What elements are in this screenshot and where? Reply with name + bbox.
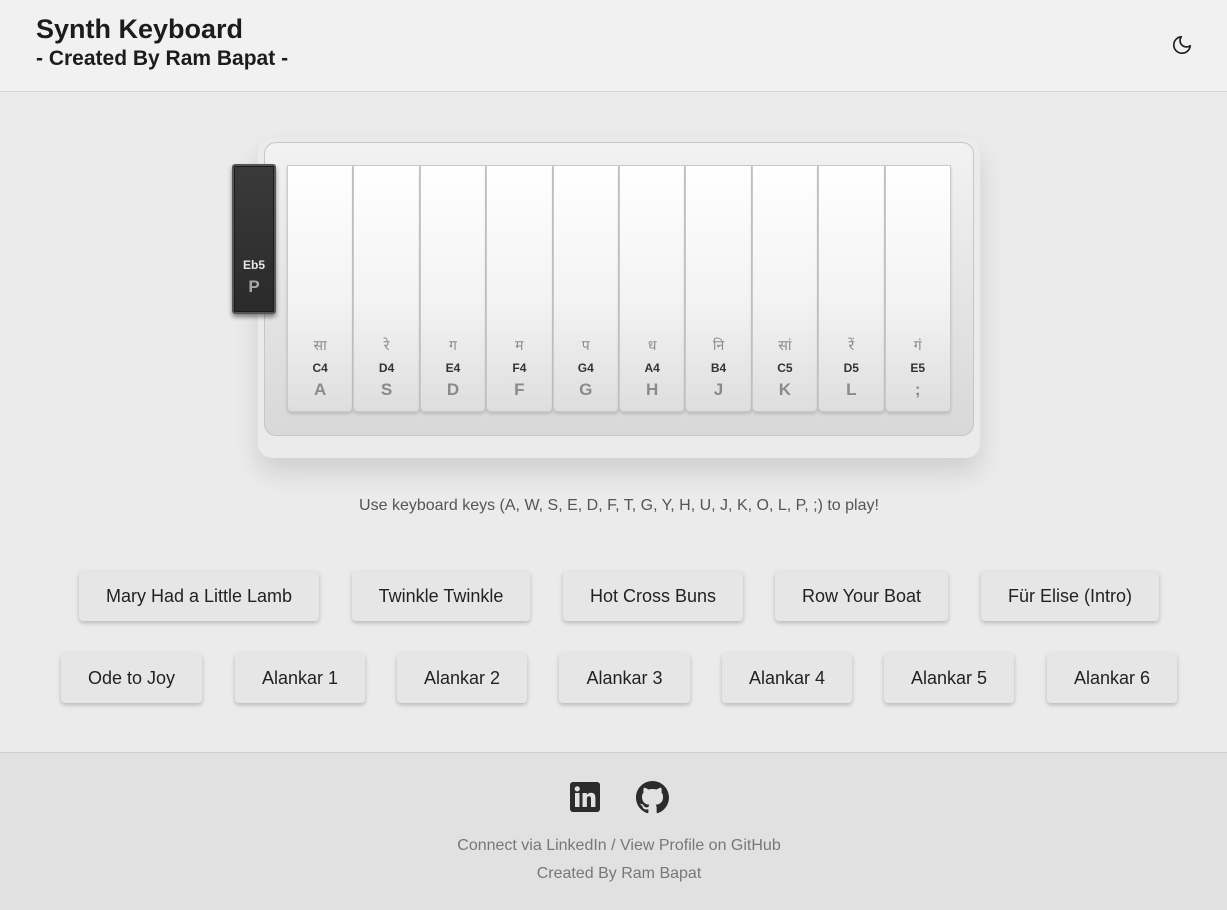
white-keys: सा C4 A रे D4 S ग E4 D म F4 F प G4 G ध A4 H नि B4 J सा… [287,165,951,412]
song-button-row-your-boat[interactable]: Row Your Boat [775,571,948,621]
key-note-label: F4 [512,361,527,375]
song-button-twinkle-twinkle[interactable]: Twinkle Twinkle [352,571,530,621]
white-key[interactable]: नि B4 J [685,165,752,412]
white-key[interactable]: सा C4 A [287,165,354,412]
key-swar-label: रें [848,338,855,354]
black-key-shortcut-label: P [248,277,260,296]
github-icon[interactable] [636,781,669,814]
white-key[interactable]: रें D5 L [818,165,885,412]
key-shortcut-label: H [646,380,659,399]
white-key[interactable]: ध A4 H [618,165,686,412]
white-key[interactable]: म F4 F [486,165,553,412]
key-note-label: D5 [843,361,859,375]
white-key[interactable]: रे D4 S [353,165,420,412]
key-note-label: D4 [378,361,395,375]
github-link[interactable]: View Profile on GitHub [620,837,781,854]
app-subtitle: - Created By Ram Bapat - [36,47,289,70]
key-swar-label: ध [647,338,657,354]
key-note-label: G4 [577,361,594,375]
key-swar-label: ग [449,338,457,354]
song-button-alankar-5[interactable]: Alankar 5 [884,653,1014,703]
footer-credit: Created By Ram Bapat [536,865,702,882]
key-swar-label: गं [913,338,922,354]
instructions-text: Use keyboard keys (A, W, S, E, D, F, T, … [359,497,879,514]
key-note-label: C5 [777,361,793,375]
moon-icon [1172,35,1192,55]
key-note-label: B4 [710,361,727,375]
key-note-label: E5 [910,361,926,375]
song-button-alankar-1[interactable]: Alankar 1 [235,653,365,703]
black-key-note-label: Eb5 [242,258,265,272]
white-key[interactable]: गं E5; [884,165,951,412]
key-shortcut-label: L [846,380,857,399]
key-swar-label: सा [313,338,327,354]
key-swar-label: रे [383,338,390,354]
app-title: Synth Keyboard [36,14,244,44]
song-button-alankar-6[interactable]: Alankar 6 [1047,653,1177,703]
key-shortcut-label: K [778,380,792,399]
song-button-alankar-4[interactable]: Alankar 4 [722,653,852,703]
header: Synth Keyboard - Created By Ram Bapat - [0,0,1227,92]
song-button-alankar-2[interactable]: Alankar 2 [397,653,527,703]
key-shortcut-label: S [380,380,393,399]
song-button-ode-to-joy[interactable]: Ode to Joy [61,653,202,703]
theme-toggle-button[interactable] [1168,31,1196,59]
key-shortcut-label: F [514,380,525,399]
black-key-eb5[interactable]: Eb5 P [232,164,276,314]
linkedin-icon[interactable] [569,781,601,813]
key-shortcut-label: A [314,380,327,399]
key-note-label: E4 [445,361,461,375]
key-swar-label: सां [778,338,792,354]
key-swar-label: नि [712,338,725,354]
linkedin-link[interactable]: Connect via LinkedIn [457,837,606,854]
key-shortcut-label: G [579,380,593,399]
key-note-label: A4 [644,361,660,375]
song-button-mary-had-a-little-lamb[interactable]: Mary Had a Little Lamb [79,571,319,621]
footer: Connect via LinkedIn / View Profile on G… [0,752,1227,910]
key-swar-label: म [515,338,524,354]
song-button-hot-cross-buns[interactable]: Hot Cross Buns [563,571,743,621]
key-note-label: C4 [312,361,328,375]
footer-links: Connect via LinkedIn / View Profile on G… [0,837,1227,855]
white-key[interactable]: सां C5 K [751,165,819,412]
song-button-fur-elise-intro[interactable]: Für Elise (Intro) [981,571,1159,621]
key-shortcut-label: J [713,380,724,399]
key-shortcut-label: D [446,380,460,399]
key-swar-label: प [581,338,590,354]
song-button-alankar-3[interactable]: Alankar 3 [559,653,690,703]
key-shortcut-label: ; [914,380,921,399]
footer-separator: / [606,837,621,854]
white-key[interactable]: ग E4 D [419,165,487,412]
white-key[interactable]: प G4 G [552,165,619,412]
